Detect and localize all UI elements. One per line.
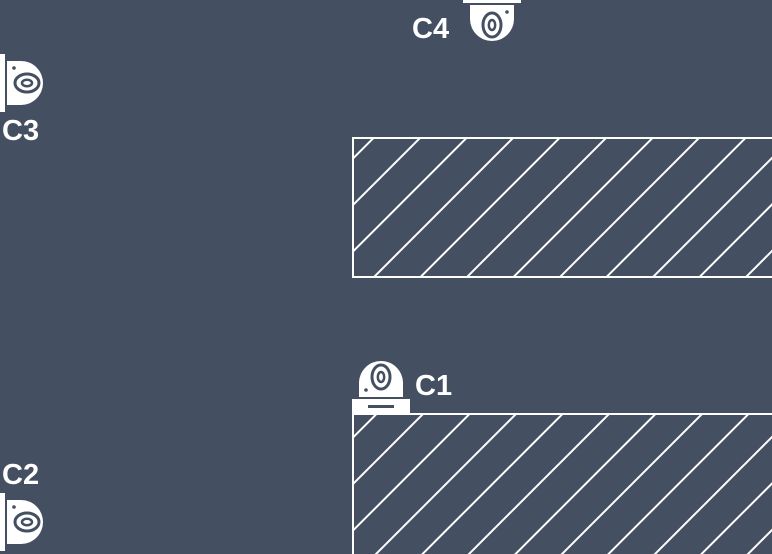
floor-plan — [0, 0, 772, 554]
camera-c1-label: C1 — [415, 370, 453, 402]
camera-c2-label: C2 — [2, 459, 40, 491]
camera-c4-label: C4 — [412, 13, 450, 45]
camera-c3-label: C3 — [2, 115, 40, 147]
obstacle-lower — [352, 413, 772, 554]
obstacle-upper — [352, 137, 772, 278]
